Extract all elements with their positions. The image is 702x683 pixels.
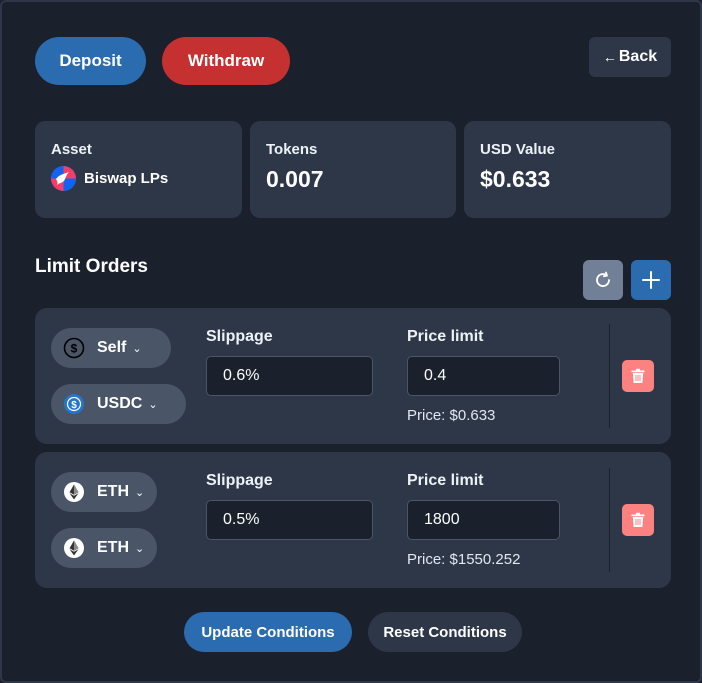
price-limit-input[interactable]: 1800 (407, 500, 560, 540)
limit-orders-title: Limit Orders (35, 256, 148, 277)
position-panel: Deposit Withdraw ← Back Asset Biswap LPs… (0, 0, 702, 683)
biswap-logo-icon (51, 166, 76, 191)
svg-text:$: $ (71, 400, 77, 411)
asset-card: Asset Biswap LPs (35, 121, 242, 218)
price-limit-input[interactable]: 0.4 (407, 356, 560, 396)
svg-text:$: $ (71, 342, 78, 356)
slippage-label: Slippage (206, 328, 273, 345)
arrow-left-icon: ← (602, 49, 617, 65)
update-conditions-button[interactable]: Update Conditions (184, 612, 352, 652)
deposit-button[interactable]: Deposit (35, 37, 146, 85)
chevron-down-icon: ⌄ (135, 486, 145, 499)
current-price: Price: $1550.252 (407, 551, 521, 568)
delete-order-button[interactable] (622, 360, 654, 392)
withdraw-button[interactable]: Withdraw (162, 37, 290, 85)
slippage-input[interactable]: 0.6% (206, 356, 373, 396)
eth-icon (63, 537, 85, 559)
tokens-label: Tokens (266, 141, 318, 158)
price-limit-label: Price limit (407, 472, 484, 489)
add-order-button[interactable] (631, 260, 671, 300)
usdc-icon: $ (63, 393, 85, 415)
back-button[interactable]: ← Back (589, 37, 671, 77)
trash-icon (631, 512, 645, 527)
trash-icon (631, 368, 645, 383)
usd-value: $0.633 (480, 166, 551, 192)
usd-value-card: USD Value $0.633 (464, 121, 671, 218)
dollar-circle-icon: $ (63, 337, 85, 359)
selector-label: ETH (97, 539, 129, 556)
chevron-down-icon: ⌄ (132, 342, 142, 355)
refresh-button[interactable] (583, 260, 623, 300)
divider (609, 324, 610, 428)
price-limit-label: Price limit (407, 328, 484, 345)
selector-label: USDC (97, 395, 143, 412)
limit-order-row: ETH ⌄ ETH ⌄ Slippage 0.5% Price limit 18… (35, 452, 671, 588)
selector-label: ETH (97, 483, 129, 500)
token-selector[interactable]: $ USDC ⌄ (51, 384, 186, 424)
current-price: Price: $0.633 (407, 407, 496, 424)
divider (609, 468, 610, 572)
chevron-down-icon: ⌄ (148, 398, 158, 411)
back-button-label: Back (618, 48, 658, 65)
plus-icon (642, 271, 660, 289)
eth-icon (63, 481, 85, 503)
chevron-down-icon: ⌄ (135, 542, 145, 555)
token-selector[interactable]: ETH ⌄ (51, 528, 157, 568)
reset-conditions-button[interactable]: Reset Conditions (368, 612, 522, 652)
refresh-icon (596, 271, 610, 287)
asset-name: Biswap LPs (84, 170, 169, 187)
slippage-input[interactable]: 0.5% (206, 500, 373, 540)
tokens-value: 0.007 (266, 166, 324, 192)
selector-label: Self (97, 339, 127, 356)
token-selector[interactable]: ETH ⌄ (51, 472, 157, 512)
delete-order-button[interactable] (622, 504, 654, 536)
limit-order-row: $ Self ⌄ $ USDC ⌄ Slippage 0.6% Price li… (35, 308, 671, 444)
token-selector[interactable]: $ Self ⌄ (51, 328, 171, 368)
tokens-card: Tokens 0.007 (250, 121, 456, 218)
usd-value-label: USD Value (480, 141, 556, 158)
asset-label: Asset (51, 141, 92, 158)
slippage-label: Slippage (206, 472, 273, 489)
